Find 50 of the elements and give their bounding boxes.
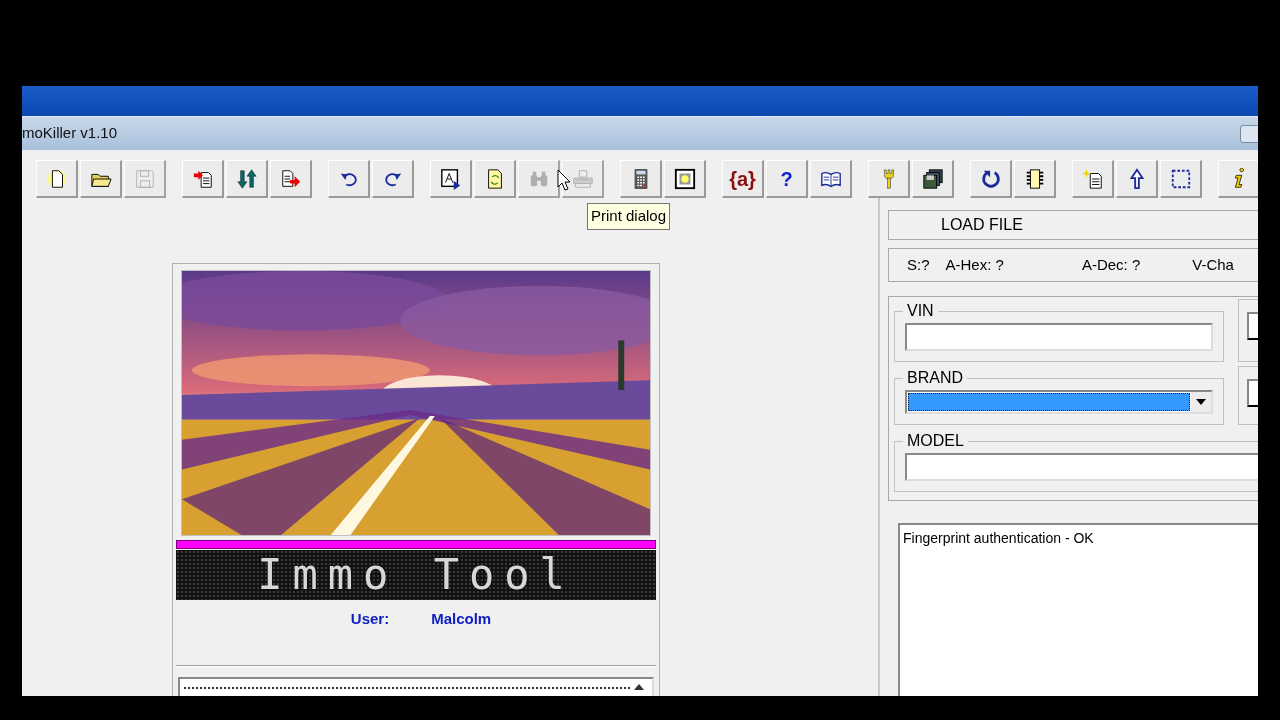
printer-icon [571, 167, 594, 190]
window-button[interactable] [1240, 124, 1258, 143]
side-input[interactable] [1247, 312, 1258, 340]
field-label: VIN [906, 301, 935, 321]
toolbar-button[interactable] [970, 160, 1012, 198]
new-document-icon [45, 167, 68, 190]
toolbar-button[interactable] [328, 160, 370, 198]
info-text: V-Cha [1192, 254, 1234, 275]
scroll-up-icon[interactable] [634, 683, 644, 690]
toolbar-button[interactable] [912, 160, 954, 198]
toolbar-button[interactable] [182, 160, 224, 198]
field-label: BRAND [906, 368, 964, 388]
dashed-rectangle-icon [1169, 167, 1192, 190]
toolbar-button[interactable] [1014, 160, 1056, 198]
brand-dropdown[interactable] [905, 390, 1213, 414]
toolbar-button[interactable]: {a} [722, 160, 764, 198]
info-text: S:? [907, 254, 930, 275]
user-name: Malcolm [431, 609, 492, 629]
text-document-icon [439, 167, 462, 190]
info-text: A-Dec: ? [1081, 254, 1141, 275]
toolbar-button[interactable] [664, 160, 706, 198]
model-input[interactable] [905, 453, 1258, 481]
toolbar-button[interactable] [270, 160, 312, 198]
document-arrow-icon [279, 167, 302, 190]
toolbar-button[interactable] [620, 160, 662, 198]
mouse-cursor-icon [557, 169, 571, 191]
up-down-arrows-icon [235, 167, 258, 190]
toolbar-button[interactable] [36, 160, 78, 198]
log-line: Fingerprint authentication - OK [903, 529, 1095, 548]
tooltip: Print dialog [587, 203, 671, 230]
vin-input[interactable] [905, 323, 1213, 351]
floppy-disks-icon [921, 167, 944, 190]
toolbar-button[interactable]: ? [766, 160, 808, 198]
toolbar-button[interactable] [1160, 160, 1202, 198]
new-document-icon [1081, 167, 1104, 190]
info-text: A-Hex: ? [945, 254, 1004, 275]
toolbar-button[interactable] [1116, 160, 1158, 198]
side-input[interactable] [1247, 379, 1258, 407]
load-file-button[interactable]: LOAD FILE [888, 210, 1258, 240]
toolbar-button[interactable] [430, 160, 472, 198]
window-title: moKiller v1.10 [22, 123, 118, 144]
toolbar-button[interactable] [80, 160, 122, 198]
user-label: User: [350, 609, 390, 629]
display-text: Immo Tool [257, 554, 575, 596]
toolbar-button[interactable] [1072, 160, 1114, 198]
toolbar-button[interactable] [474, 160, 516, 198]
toolbar-button[interactable] [810, 160, 852, 198]
toolbar-button[interactable] [372, 160, 414, 198]
toolbar-button[interactable] [226, 160, 268, 198]
field-label: MODEL [906, 431, 965, 451]
